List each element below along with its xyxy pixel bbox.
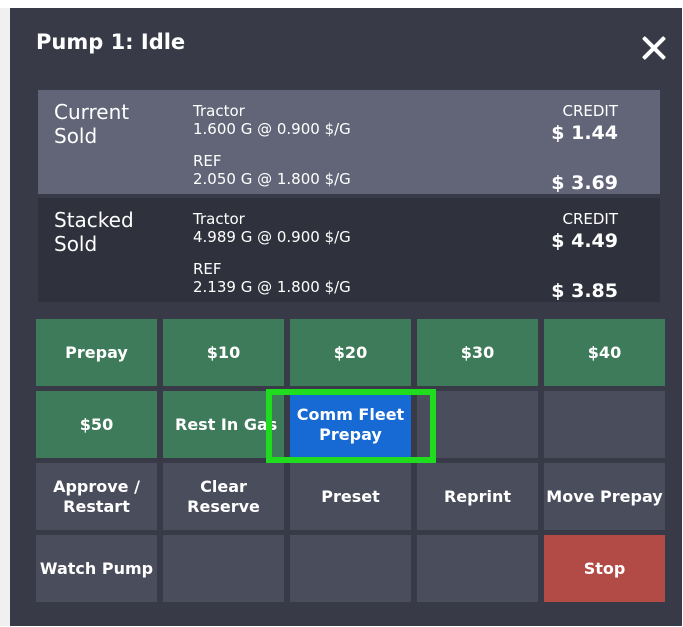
current-item2: REF 2.050 G @ 1.800 $/G xyxy=(193,152,351,188)
empty-button-r2c5 xyxy=(544,391,665,458)
stacked-item1-name: Tractor xyxy=(193,210,245,228)
stacked-label-line2: Sold xyxy=(54,232,98,256)
current-label-line2: Sold xyxy=(54,124,98,148)
current-tender: CREDIT xyxy=(562,102,618,120)
stacked-item1-detail: 4.989 G @ 0.900 $/G xyxy=(193,228,351,246)
current-sale-panel: Current Sold Tractor 1.600 G @ 0.900 $/G… xyxy=(38,90,660,194)
stacked-item2: REF 2.139 G @ 1.800 $/G xyxy=(193,260,351,296)
stacked-item2-detail: 2.139 G @ 1.800 $/G xyxy=(193,278,351,296)
reprint-button[interactable]: Reprint xyxy=(417,463,538,530)
approve-restart-button[interactable]: Approve / Restart xyxy=(36,463,157,530)
clear-line1: Clear xyxy=(200,476,247,496)
comm-fleet-line2: Prepay xyxy=(319,424,382,444)
current-item1-name: Tractor xyxy=(193,102,245,120)
empty-button-r4c2 xyxy=(163,535,284,602)
clear-line2: Reserve xyxy=(187,496,260,516)
comm-fleet-prepay-button[interactable]: Comm Fleet Prepay xyxy=(290,391,411,458)
comm-fleet-line1: Comm Fleet xyxy=(296,404,405,424)
prepay-40-button[interactable]: $40 xyxy=(544,319,665,386)
preset-button[interactable]: Preset xyxy=(290,463,411,530)
current-item1: Tractor 1.600 G @ 0.900 $/G xyxy=(193,102,351,138)
empty-button-r4c3 xyxy=(290,535,411,602)
window-edge xyxy=(0,8,10,626)
stacked-sale-panel: Stacked Sold Tractor 4.989 G @ 0.900 $/G… xyxy=(38,198,660,302)
current-item2-detail: 2.050 G @ 1.800 $/G xyxy=(193,170,351,188)
approve-line1: Approve / xyxy=(53,476,140,496)
prepay-20-button[interactable]: $20 xyxy=(290,319,411,386)
approve-line2: Restart xyxy=(63,496,130,516)
clear-reserve-button[interactable]: Clear Reserve xyxy=(163,463,284,530)
stacked-item2-amount: $ 3.85 xyxy=(551,280,618,302)
stacked-item1: Tractor 4.989 G @ 0.900 $/G xyxy=(193,210,351,246)
stacked-sale-label: Stacked Sold xyxy=(54,208,154,256)
stacked-tender: CREDIT xyxy=(562,210,618,228)
current-sale-label: Current Sold xyxy=(54,100,154,148)
prepay-button[interactable]: Prepay xyxy=(36,319,157,386)
current-item1-amount: $ 1.44 xyxy=(551,122,618,144)
rest-in-gas-button[interactable]: Rest In Gas xyxy=(163,391,284,458)
current-label-line1: Current xyxy=(54,100,130,124)
prepay-30-button[interactable]: $30 xyxy=(417,319,538,386)
move-prepay-button[interactable]: Move Prepay xyxy=(544,463,665,530)
stacked-item2-name: REF xyxy=(193,260,222,278)
stacked-item1-amount: $ 4.49 xyxy=(551,230,618,252)
watch-pump-button[interactable]: Watch Pump xyxy=(36,535,157,602)
dialog-title: Pump 1: Idle xyxy=(36,30,186,54)
current-item2-amount: $ 3.69 xyxy=(551,172,618,194)
current-item1-detail: 1.600 G @ 0.900 $/G xyxy=(193,120,351,138)
stacked-label-line1: Stacked xyxy=(54,208,134,232)
current-item2-name: REF xyxy=(193,152,222,170)
empty-button-r4c4 xyxy=(417,535,538,602)
pump-dialog: Pump 1: Idle Current Sold Tractor 1.600 … xyxy=(10,8,682,626)
stop-button[interactable]: Stop xyxy=(544,535,665,602)
close-icon[interactable] xyxy=(640,34,668,62)
empty-button-r2c4 xyxy=(417,391,538,458)
prepay-50-button[interactable]: $50 xyxy=(36,391,157,458)
prepay-10-button[interactable]: $10 xyxy=(163,319,284,386)
